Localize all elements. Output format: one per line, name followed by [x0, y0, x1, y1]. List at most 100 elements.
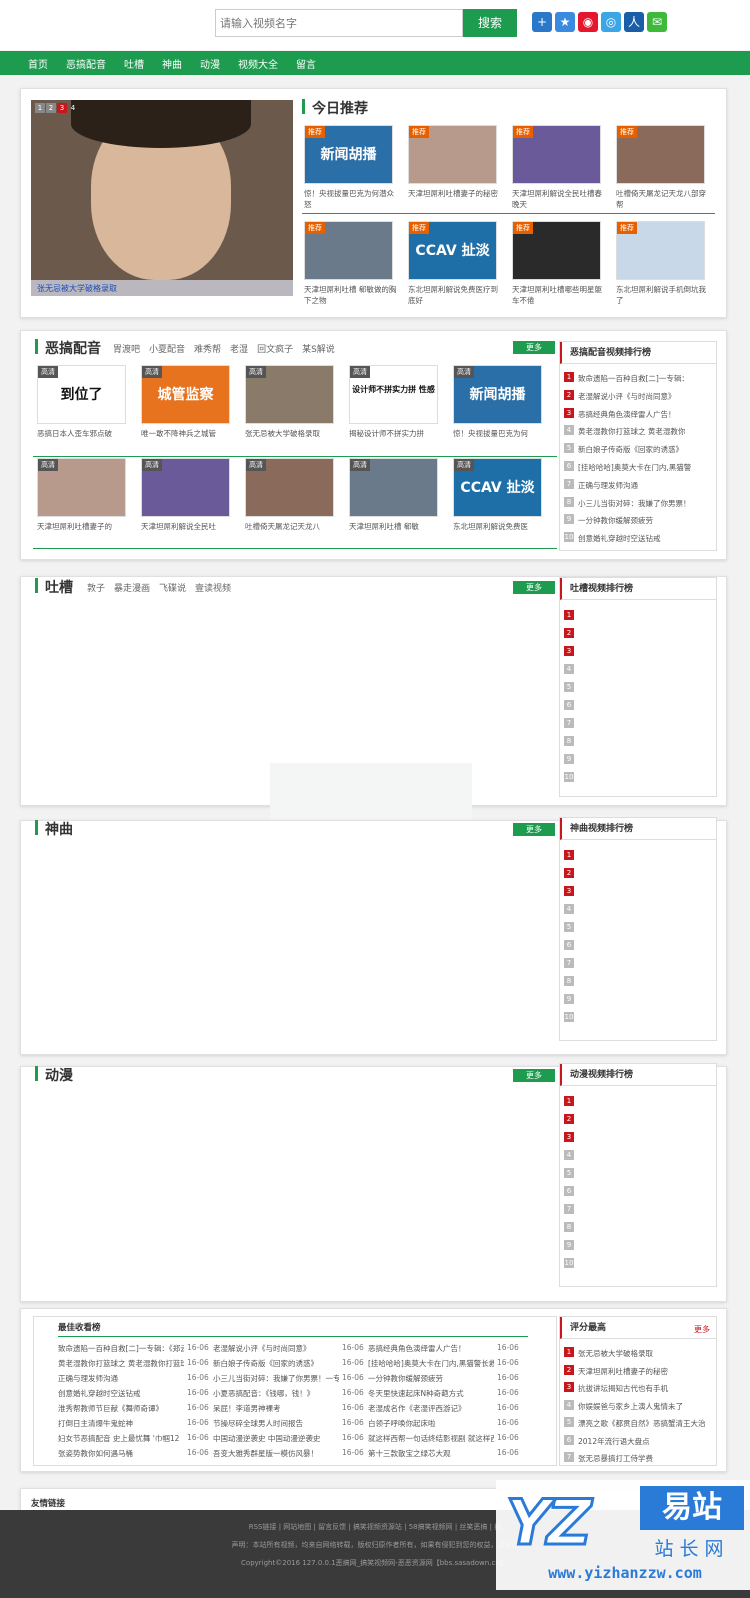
- today-caption-4[interactable]: 天津坦屌利吐槽 郗敏做的胸下之物: [304, 284, 400, 306]
- best-item-0-5[interactable]: 打倒日主清爆牛鬼蛇神: [58, 1418, 184, 1429]
- qzone-icon[interactable]: ★: [555, 12, 575, 32]
- best-item-2-3[interactable]: 冬天里快速起床N种奇葩方式: [368, 1388, 494, 1399]
- plus-share-icon[interactable]: +: [532, 12, 552, 32]
- best-item-0-1[interactable]: 黄老湿教你打篮球之 黄老湿教你打篮球之: [58, 1358, 184, 1369]
- best-item-2-2[interactable]: 一分钟教你缓解颈疲劳: [368, 1373, 494, 1384]
- best-item-2-6[interactable]: 就这样西帮一句话终结影视剧 就这样西: [368, 1433, 494, 1444]
- slider-page-1[interactable]: 1: [35, 103, 45, 113]
- today-caption-7[interactable]: 东北坦屌利解说手机倒坑我了: [616, 284, 712, 306]
- nav-item-2[interactable]: 吐槽: [124, 56, 144, 71]
- egao-thumb-3[interactable]: 设计师不拼实力拼 性感 高清: [349, 365, 438, 424]
- best-item-0-4[interactable]: 淮秀帮教师节巨献《舞师奇谭》: [58, 1403, 184, 1414]
- egao-thumb-0[interactable]: 到位了 高清: [37, 365, 126, 424]
- today-thumb-4[interactable]: 推荐: [304, 221, 393, 280]
- weibo-icon[interactable]: ◉: [578, 12, 598, 32]
- score-item-3[interactable]: 抗拔讲坛揭知古代也有手机: [578, 1383, 712, 1394]
- best-item-0-2[interactable]: 正确与理发师沟通: [58, 1373, 184, 1384]
- slider-page-3[interactable]: 3: [57, 103, 67, 113]
- egao-more-button[interactable]: 更多: [513, 341, 555, 354]
- best-item-0-7[interactable]: 张姿势教你如何遇马桶: [58, 1448, 184, 1459]
- search-input[interactable]: [215, 9, 463, 37]
- best-item-1-0[interactable]: 老湿解说小评《与时尚同意》: [213, 1343, 339, 1354]
- nav-item-4[interactable]: 动漫: [200, 56, 220, 71]
- best-item-2-4[interactable]: 老湿成名作《老湿评西游记》: [368, 1403, 494, 1414]
- egao-rank-item-4[interactable]: 黄老湿教你打篮球之 黄老湿教你: [578, 426, 712, 437]
- best-item-0-3[interactable]: 创意婚礼穿越时空送钻戒: [58, 1388, 184, 1399]
- egao-caption-9[interactable]: 东北坦屌利解说免费医: [453, 521, 549, 543]
- today-thumb-2[interactable]: 推荐: [512, 125, 601, 184]
- today-thumb-5[interactable]: CCAV 扯淡 推荐: [408, 221, 497, 280]
- egao-thumb-8[interactable]: 高清: [349, 458, 438, 517]
- tencent-weibo-icon[interactable]: ◎: [601, 12, 621, 32]
- best-item-1-2[interactable]: 小三儿当街对碎：我嫌了你男票！一专: [213, 1373, 339, 1384]
- best-item-2-5[interactable]: 白领子呼唤你起床啦: [368, 1418, 494, 1429]
- egao-caption-5[interactable]: 天津坦屌利吐槽妻子的: [37, 521, 133, 543]
- best-item-1-6[interactable]: 中国动漫逆袭史 中国动漫逆袭史: [213, 1433, 339, 1444]
- wechat-icon[interactable]: ✉: [647, 12, 667, 32]
- today-thumb-6[interactable]: 推荐: [512, 221, 601, 280]
- egao-thumb-1[interactable]: 城管监察 高清: [141, 365, 230, 424]
- slider-page-4[interactable]: 4: [68, 103, 78, 113]
- best-item-2-7[interactable]: 第十三款散宝之绿芯大观: [368, 1448, 494, 1459]
- tucao-tab-3[interactable]: 壹读视频: [195, 584, 231, 594]
- egao-rank-item-6[interactable]: [挂哈哈哈]奥莫大卡在门内,黑猫警: [578, 462, 712, 473]
- egao-caption-1[interactable]: 唯一敢不降神兵之城管: [141, 428, 237, 450]
- today-thumb-1[interactable]: 推荐: [408, 125, 497, 184]
- egao-rank-item-2[interactable]: 老湿解说小评《与时尚同意》: [578, 391, 712, 402]
- egao-tab-5[interactable]: 某S解说: [302, 345, 335, 355]
- score-item-1[interactable]: 张无忌被大学破格录取: [578, 1348, 712, 1359]
- nav-item-3[interactable]: 神曲: [162, 56, 182, 71]
- egao-rank-item-5[interactable]: 新白娘子传奇版《回家的诱惑》: [578, 444, 712, 455]
- egao-rank-item-7[interactable]: 正确与理发师沟通: [578, 480, 712, 491]
- today-caption-3[interactable]: 吐槽倚天屠龙记天龙八部穿帮: [616, 188, 712, 210]
- egao-caption-7[interactable]: 吐槽倚天屠龙记天龙八: [245, 521, 341, 543]
- egao-rank-item-10[interactable]: 创意婚礼穿越时空送钻戒: [578, 533, 712, 544]
- best-item-0-0[interactable]: 致命遗陷一百种自救[二]一专辑：《郑云: [58, 1343, 184, 1354]
- best-item-2-0[interactable]: 恶搞经典角色演绎雷人广告！: [368, 1343, 494, 1354]
- today-thumb-0[interactable]: 新闻胡播 推荐: [304, 125, 393, 184]
- egao-tab-4[interactable]: 回文疯子: [257, 345, 293, 355]
- today-caption-5[interactable]: 东北坦屌利解说免费医疗到底好: [408, 284, 504, 306]
- egao-tab-1[interactable]: 小夏配音: [149, 345, 185, 355]
- nav-item-5[interactable]: 视频大全: [238, 56, 278, 71]
- score-item-7[interactable]: 张无忌暴搞打工侍学费: [578, 1453, 712, 1464]
- egao-caption-2[interactable]: 张无忌被大学破格录取: [245, 428, 341, 450]
- renren-icon[interactable]: 人: [624, 12, 644, 32]
- score-item-6[interactable]: 2012年流行语大盘点: [578, 1436, 712, 1447]
- egao-caption-3[interactable]: 揭秘设计师不拼实力拼: [349, 428, 445, 450]
- nav-item-0[interactable]: 首页: [28, 56, 48, 71]
- slider-page-2[interactable]: 2: [46, 103, 56, 113]
- egao-caption-0[interactable]: 恶搞日本人歪车邪点破: [37, 428, 133, 450]
- today-caption-0[interactable]: 惊！央视拔量巴克为何潜众怒: [304, 188, 400, 210]
- egao-rank-item-3[interactable]: 恶搞经典角色演绎雷人广告！: [578, 409, 712, 420]
- egao-thumb-9[interactable]: CCAV 扯淡 高清: [453, 458, 542, 517]
- egao-thumb-7[interactable]: 高清: [245, 458, 334, 517]
- today-caption-1[interactable]: 天津坦屌利吐槽妻子的秘密: [408, 188, 504, 210]
- today-caption-6[interactable]: 天津坦屌利吐槽哪些明星躯车不倦: [512, 284, 608, 306]
- egao-caption-8[interactable]: 天津坦屌利吐槽 郗敏: [349, 521, 445, 543]
- slider[interactable]: 1234 张无忌被大学破格录取: [31, 100, 293, 296]
- best-item-1-4[interactable]: 呆屁！李道男神裸考: [213, 1403, 339, 1414]
- egao-thumb-4[interactable]: 新闻胡播 高清: [453, 365, 542, 424]
- egao-tab-3[interactable]: 老湿: [230, 345, 248, 355]
- best-item-1-3[interactable]: 小夏恶搞配音：《钱哪，钱！》: [213, 1388, 339, 1399]
- score-more-link[interactable]: 更多: [694, 1324, 710, 1335]
- score-item-4[interactable]: 你娱娱爸与家乡上演人鬼情未了: [578, 1401, 712, 1412]
- best-item-1-1[interactable]: 新白娘子传奇版《回家的诱惑》: [213, 1358, 339, 1369]
- egao-rank-item-9[interactable]: 一分钟教你缓解颈疲劳: [578, 515, 712, 526]
- egao-caption-6[interactable]: 天津坦屌利解说全民吐: [141, 521, 237, 543]
- shenqu-more-button[interactable]: 更多: [513, 823, 555, 836]
- today-thumb-3[interactable]: 推荐: [616, 125, 705, 184]
- dongman-more-button[interactable]: 更多: [513, 1069, 555, 1082]
- egao-rank-item-1[interactable]: 致命遗陷一百种自救[二]一专辑：: [578, 373, 712, 384]
- tucao-more-button[interactable]: 更多: [513, 581, 555, 594]
- egao-caption-4[interactable]: 惊！央视拔量巴克为何: [453, 428, 549, 450]
- today-caption-2[interactable]: 天津坦屌利解说全民吐槽春晚天: [512, 188, 608, 210]
- egao-thumb-6[interactable]: 高清: [141, 458, 230, 517]
- today-thumb-7[interactable]: 推荐: [616, 221, 705, 280]
- nav-item-6[interactable]: 留言: [296, 56, 316, 71]
- egao-rank-item-8[interactable]: 小三儿当街对碎：我嫌了你男票！: [578, 498, 712, 509]
- best-item-1-7[interactable]: 吾变大雅秀群星版一模仿风暴！: [213, 1448, 339, 1459]
- nav-item-1[interactable]: 恶搞配音: [66, 56, 106, 71]
- search-button[interactable]: 搜索: [463, 9, 517, 37]
